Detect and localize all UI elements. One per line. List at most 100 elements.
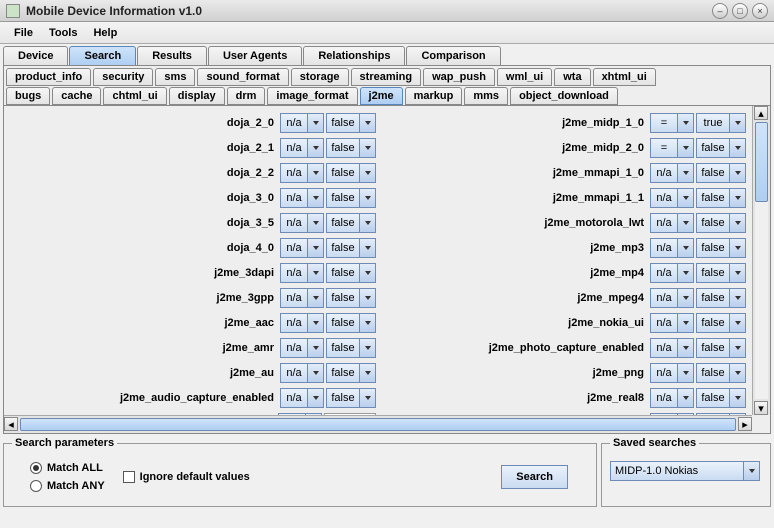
subtab-wta[interactable]: wta xyxy=(554,68,590,86)
subtab-wml_ui[interactable]: wml_ui xyxy=(497,68,552,86)
value-combo[interactable]: false xyxy=(696,188,746,208)
tab-comparison[interactable]: Comparison xyxy=(406,46,500,65)
operator-combo[interactable]: n/a xyxy=(650,188,694,208)
subtab-markup[interactable]: markup xyxy=(405,87,463,105)
value-combo[interactable]: false xyxy=(326,388,376,408)
operator-combo[interactable]: n/a xyxy=(280,388,324,408)
value-combo[interactable]: false xyxy=(326,263,376,283)
operator-combo[interactable]: n/a xyxy=(280,113,324,133)
value-combo[interactable]: false xyxy=(326,113,376,133)
value-combo[interactable]: false xyxy=(326,188,376,208)
hscroll-thumb[interactable] xyxy=(20,418,736,431)
value-combo[interactable]: false xyxy=(696,388,746,408)
scroll-right-button[interactable]: ▸ xyxy=(738,417,752,431)
ignore-defaults-checkbox[interactable] xyxy=(123,471,135,483)
operator-combo[interactable]: n/a xyxy=(650,388,694,408)
value-combo[interactable]: false xyxy=(696,163,746,183)
operator-combo[interactable]: n/a xyxy=(650,213,694,233)
operator-combo[interactable]: n/a xyxy=(650,363,694,383)
subtab-mms[interactable]: mms xyxy=(464,87,508,105)
subtab-bugs[interactable]: bugs xyxy=(6,87,50,105)
subtab-chtml_ui[interactable]: chtml_ui xyxy=(103,87,166,105)
operator-combo[interactable]: = xyxy=(650,138,694,158)
value-combo[interactable]: false xyxy=(326,288,376,308)
value-combo[interactable]: false xyxy=(326,238,376,258)
match-any-radio[interactable] xyxy=(30,480,42,492)
menu-help[interactable]: Help xyxy=(85,27,125,39)
subtab-sound_format[interactable]: sound_format xyxy=(197,68,288,86)
vertical-scrollbar[interactable]: ▴ ▾ xyxy=(752,106,770,415)
chevron-down-icon xyxy=(729,289,745,307)
subtab-security[interactable]: security xyxy=(93,68,153,86)
value-combo[interactable]: false xyxy=(326,313,376,333)
saved-search-combo[interactable]: MIDP-1.0 Nokias xyxy=(610,461,760,481)
operator-combo[interactable]: n/a xyxy=(650,238,694,258)
operator-combo[interactable]: n/a xyxy=(280,188,324,208)
value-combo[interactable]: false xyxy=(696,263,746,283)
operator-combo[interactable]: n/a xyxy=(650,313,694,333)
operator-combo[interactable]: n/a xyxy=(650,163,694,183)
subtab-drm[interactable]: drm xyxy=(227,87,266,105)
tab-relationships[interactable]: Relationships xyxy=(303,46,405,65)
operator-value: n/a xyxy=(281,392,307,404)
operator-combo[interactable]: n/a xyxy=(650,263,694,283)
subtab-j2me[interactable]: j2me xyxy=(360,87,403,105)
close-button[interactable]: × xyxy=(752,3,768,19)
subtab-sms[interactable]: sms xyxy=(155,68,195,86)
subtab-streaming[interactable]: streaming xyxy=(351,68,422,86)
subtab-display[interactable]: display xyxy=(169,87,225,105)
criteria-label: j2me_mp3 xyxy=(378,242,650,254)
value-combo[interactable]: false xyxy=(696,288,746,308)
maximize-button[interactable]: □ xyxy=(732,3,748,19)
operator-combo[interactable]: = xyxy=(650,113,694,133)
operator-combo[interactable]: n/a xyxy=(280,163,324,183)
operator-combo[interactable]: n/a xyxy=(280,288,324,308)
operator-combo[interactable]: n/a xyxy=(280,313,324,333)
scroll-left-button[interactable]: ◂ xyxy=(4,417,18,431)
tab-device[interactable]: Device xyxy=(3,46,68,65)
value-combo[interactable]: true xyxy=(696,113,746,133)
operator-combo[interactable]: n/a xyxy=(650,338,694,358)
operator-combo[interactable]: n/a xyxy=(280,338,324,358)
operator-combo[interactable]: n/a xyxy=(280,363,324,383)
tab-search[interactable]: Search xyxy=(69,46,136,65)
chevron-down-icon xyxy=(677,139,693,157)
menu-file[interactable]: File xyxy=(6,27,41,39)
value-combo[interactable]: false xyxy=(696,238,746,258)
value-combo[interactable]: false xyxy=(326,163,376,183)
operator-combo[interactable]: n/a xyxy=(280,238,324,258)
match-all-radio[interactable] xyxy=(30,462,42,474)
operator-combo[interactable]: n/a xyxy=(280,263,324,283)
menu-tools[interactable]: Tools xyxy=(41,27,86,39)
subtab-wap_push[interactable]: wap_push xyxy=(423,68,495,86)
search-button[interactable]: Search xyxy=(501,465,568,489)
value-combo[interactable]: false xyxy=(696,313,746,333)
value-combo[interactable]: false xyxy=(326,213,376,233)
value-combo[interactable]: false xyxy=(696,363,746,383)
subtab-image_format[interactable]: image_format xyxy=(267,87,357,105)
chevron-down-icon xyxy=(307,114,323,132)
subtab-object_download[interactable]: object_download xyxy=(510,87,618,105)
operator-combo[interactable]: n/a xyxy=(280,213,324,233)
operator-combo[interactable]: n/a xyxy=(280,138,324,158)
titlebar: Mobile Device Information v1.0 – □ × xyxy=(0,0,774,22)
subtab-product_info[interactable]: product_info xyxy=(6,68,91,86)
subtab-xhtml_ui[interactable]: xhtml_ui xyxy=(593,68,656,86)
subtab-storage[interactable]: storage xyxy=(291,68,349,86)
horizontal-scrollbar[interactable]: ◂ ▸ xyxy=(4,415,752,433)
tab-user-agents[interactable]: User Agents xyxy=(208,46,302,65)
value-combo[interactable]: false xyxy=(326,338,376,358)
value-combo[interactable]: false xyxy=(696,213,746,233)
scroll-thumb[interactable] xyxy=(755,122,768,202)
value-combo[interactable]: false xyxy=(326,363,376,383)
scroll-up-button[interactable]: ▴ xyxy=(754,106,768,120)
value-combo[interactable]: false xyxy=(696,138,746,158)
value-combo[interactable]: false xyxy=(696,338,746,358)
scroll-down-button[interactable]: ▾ xyxy=(754,401,768,415)
subtab-cache[interactable]: cache xyxy=(52,87,101,105)
chevron-down-icon xyxy=(677,264,693,282)
tab-results[interactable]: Results xyxy=(137,46,207,65)
value-combo[interactable]: false xyxy=(326,138,376,158)
minimize-button[interactable]: – xyxy=(712,3,728,19)
operator-combo[interactable]: n/a xyxy=(650,288,694,308)
